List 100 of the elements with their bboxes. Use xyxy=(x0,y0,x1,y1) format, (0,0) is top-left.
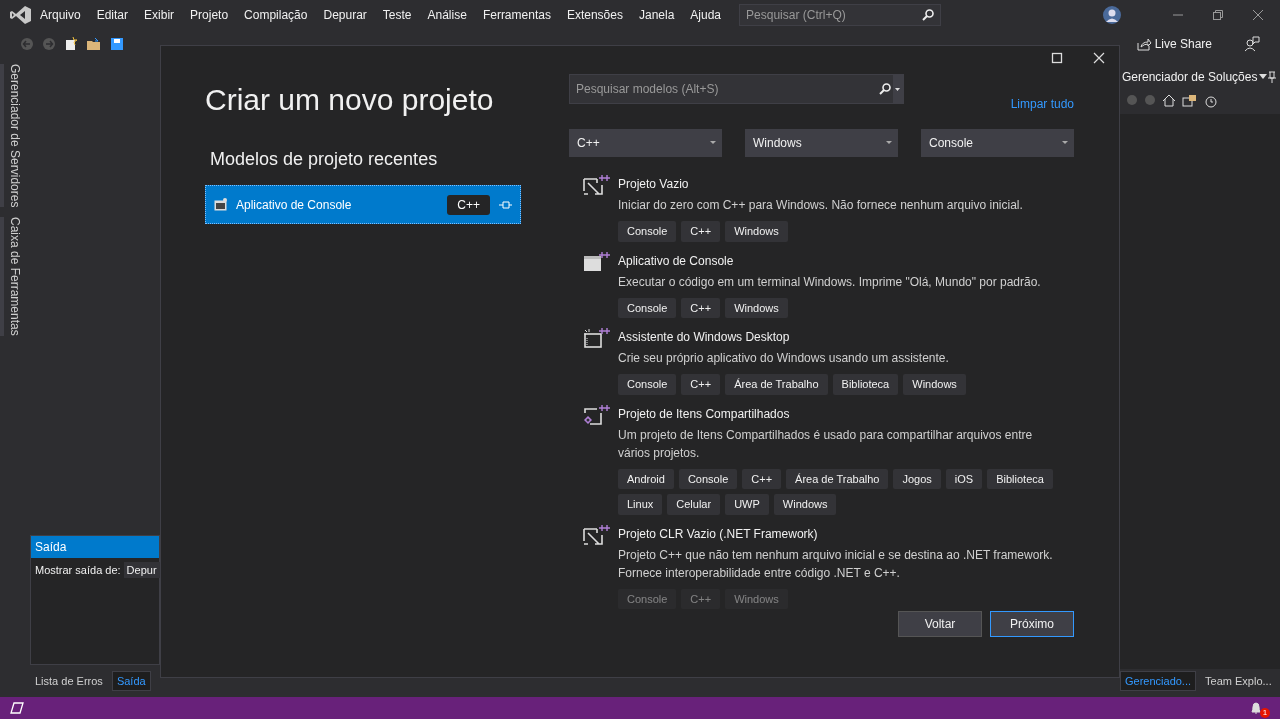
template-name[interactable]: Projeto Vazio xyxy=(618,175,1023,193)
menu-item[interactable]: Compilação xyxy=(236,6,316,24)
menu-item[interactable]: Análise xyxy=(419,6,475,24)
side-tab[interactable]: Gerenciador de Servidores xyxy=(0,64,26,208)
section-heading: Modelos de projeto recentes xyxy=(210,148,439,171)
side-tab[interactable]: Caixa de Ferramentas xyxy=(0,217,26,337)
pin-icon[interactable] xyxy=(1268,71,1276,83)
source-control-icon[interactable] xyxy=(10,702,24,714)
notification-count: 1 xyxy=(1260,708,1270,718)
template-tag: Console xyxy=(618,221,677,242)
template-description: Iniciar do zero com C++ para Windows. Não fornece nenhum arquivo inicial. xyxy=(618,197,1023,214)
share-icon xyxy=(1135,37,1152,51)
template-name: Aplicativo de Console xyxy=(236,196,352,214)
console-window-icon xyxy=(583,251,610,272)
home-icon[interactable] xyxy=(1162,94,1176,107)
menu-item[interactable]: Ferramentas xyxy=(474,6,559,24)
template-description: Um projeto de Itens Compartilhados é usado para compartilhar arquivos entre vários projetos. xyxy=(618,426,1034,462)
menu-item[interactable]: Exibir xyxy=(136,6,183,24)
search-icon xyxy=(879,83,891,95)
template-tag: C++ xyxy=(681,297,721,318)
template-tag: Android xyxy=(618,468,674,489)
back-button[interactable]: Voltar xyxy=(898,611,982,637)
template-tag: Biblioteca xyxy=(987,468,1053,489)
template-tag: C++ xyxy=(681,374,721,395)
template-tag: Windows xyxy=(725,221,788,242)
template-name[interactable]: Projeto CLR Vazio (.NET Framework) xyxy=(618,524,1060,543)
template-tag: Console xyxy=(618,374,677,395)
template-tag: C++ xyxy=(681,588,721,609)
panel-title: Gerenciador de Soluções xyxy=(1122,69,1258,86)
caret-icon xyxy=(710,141,716,145)
output-source-dropdown[interactable]: Depur xyxy=(123,561,160,578)
template-icon xyxy=(583,175,610,195)
template-tag: iOS xyxy=(945,468,983,489)
template-name[interactable]: Aplicativo de Console xyxy=(618,251,1041,270)
template-tag: Celular xyxy=(667,494,721,515)
template-description: Crie seu próprio aplicativo do Windows usando um assistente. xyxy=(618,350,950,367)
panel-tab[interactable]: Gerenciado... xyxy=(1120,670,1197,691)
recent-template-item[interactable]: Aplicativo de Console C++ xyxy=(205,185,521,224)
template-tag: Windows xyxy=(725,297,788,318)
menu-item[interactable]: Ajuda xyxy=(682,6,730,24)
avatar-icon xyxy=(1102,5,1122,25)
panel-tab[interactable]: Saída xyxy=(111,670,151,691)
template-tag: Área de Trabalho xyxy=(725,374,828,395)
caret-icon xyxy=(1062,141,1068,145)
caret-icon xyxy=(886,141,892,145)
template-tag: Console xyxy=(618,297,677,318)
menu-item[interactable]: Extensões xyxy=(558,6,631,24)
console-window-icon xyxy=(214,198,228,211)
folder-icon[interactable] xyxy=(86,37,102,51)
live-share-button[interactable]: Live Share xyxy=(1154,35,1212,53)
template-tag: Biblioteca xyxy=(832,374,899,395)
search-field[interactable]: Pesquisar (Ctrl+Q) xyxy=(746,6,907,24)
template-tag: Área de Trabalho xyxy=(786,468,889,489)
template-tag: Linux xyxy=(618,494,663,515)
template-tag: Windows xyxy=(773,494,837,515)
template-tag: C++ xyxy=(681,221,721,242)
template-search-field[interactable]: Pesquisar modelos (Alt+S) xyxy=(574,79,879,99)
template-tag: Windows xyxy=(903,374,966,395)
maximize-icon[interactable] xyxy=(1051,52,1063,64)
template-icon xyxy=(583,524,610,545)
bell-icon xyxy=(1250,701,1262,715)
history-icon[interactable] xyxy=(1204,94,1218,108)
template-tag: Windows xyxy=(725,588,788,609)
template-icon xyxy=(583,404,610,425)
template-tag: Jogos xyxy=(893,468,941,489)
menu-item[interactable]: Editar xyxy=(88,6,137,24)
menu-item[interactable]: Teste xyxy=(374,6,420,24)
logo-icon xyxy=(10,5,32,25)
panel-tab[interactable]: Team Explo... xyxy=(1200,670,1277,691)
new-file-icon[interactable] xyxy=(64,37,78,51)
template-icon xyxy=(583,328,610,348)
search-icon xyxy=(922,9,935,21)
dropdown-icon[interactable] xyxy=(1258,74,1267,80)
search-box[interactable]: Pesquisar (Ctrl+Q) xyxy=(739,4,942,26)
close-icon[interactable] xyxy=(1252,9,1264,21)
template-tag: Console xyxy=(618,588,677,609)
template-name[interactable]: Projeto de Itens Compartilhados xyxy=(618,404,1060,423)
panel-title: Saída xyxy=(31,535,159,558)
restore-icon[interactable] xyxy=(1212,9,1224,21)
menu-item[interactable]: Janela xyxy=(630,6,683,24)
filter-dropdown[interactable]: Console xyxy=(921,129,1074,157)
dropdown-icon[interactable] xyxy=(893,75,903,103)
filter-dropdown[interactable]: Windows xyxy=(745,129,898,157)
filter-dropdown[interactable]: C++ xyxy=(569,129,722,157)
notification-button[interactable]: 1 xyxy=(1250,701,1270,715)
template-name[interactable]: Assistente do Windows Desktop xyxy=(618,328,966,346)
panel-tab[interactable]: Lista de Erros xyxy=(30,670,108,691)
template-description: Executar o código em um terminal Windows. Imprime "Olá, Mundo" por padrão. xyxy=(618,273,1041,291)
switch-views-icon[interactable] xyxy=(1182,94,1198,107)
language-tag: C++ xyxy=(447,194,490,215)
menu-item[interactable]: Projeto xyxy=(182,6,237,24)
next-button[interactable]: Próximo xyxy=(990,611,1074,637)
menu-item[interactable]: Depurar xyxy=(315,6,375,24)
menu-item[interactable]: Arquivo xyxy=(32,6,89,24)
template-tag: Console xyxy=(678,468,738,489)
save-icon[interactable] xyxy=(110,37,124,51)
template-search-box[interactable]: Pesquisar modelos (Alt+S) xyxy=(569,74,904,104)
clear-all-link[interactable]: Limpar tudo xyxy=(1010,95,1074,113)
template-description: Projeto C++ que não tem nenhum arquivo inicial e se destina ao .NET framework. Fornece interoperabilidade entre código .NET e C++. xyxy=(618,546,1054,582)
feedback-icon[interactable] xyxy=(1244,36,1260,52)
